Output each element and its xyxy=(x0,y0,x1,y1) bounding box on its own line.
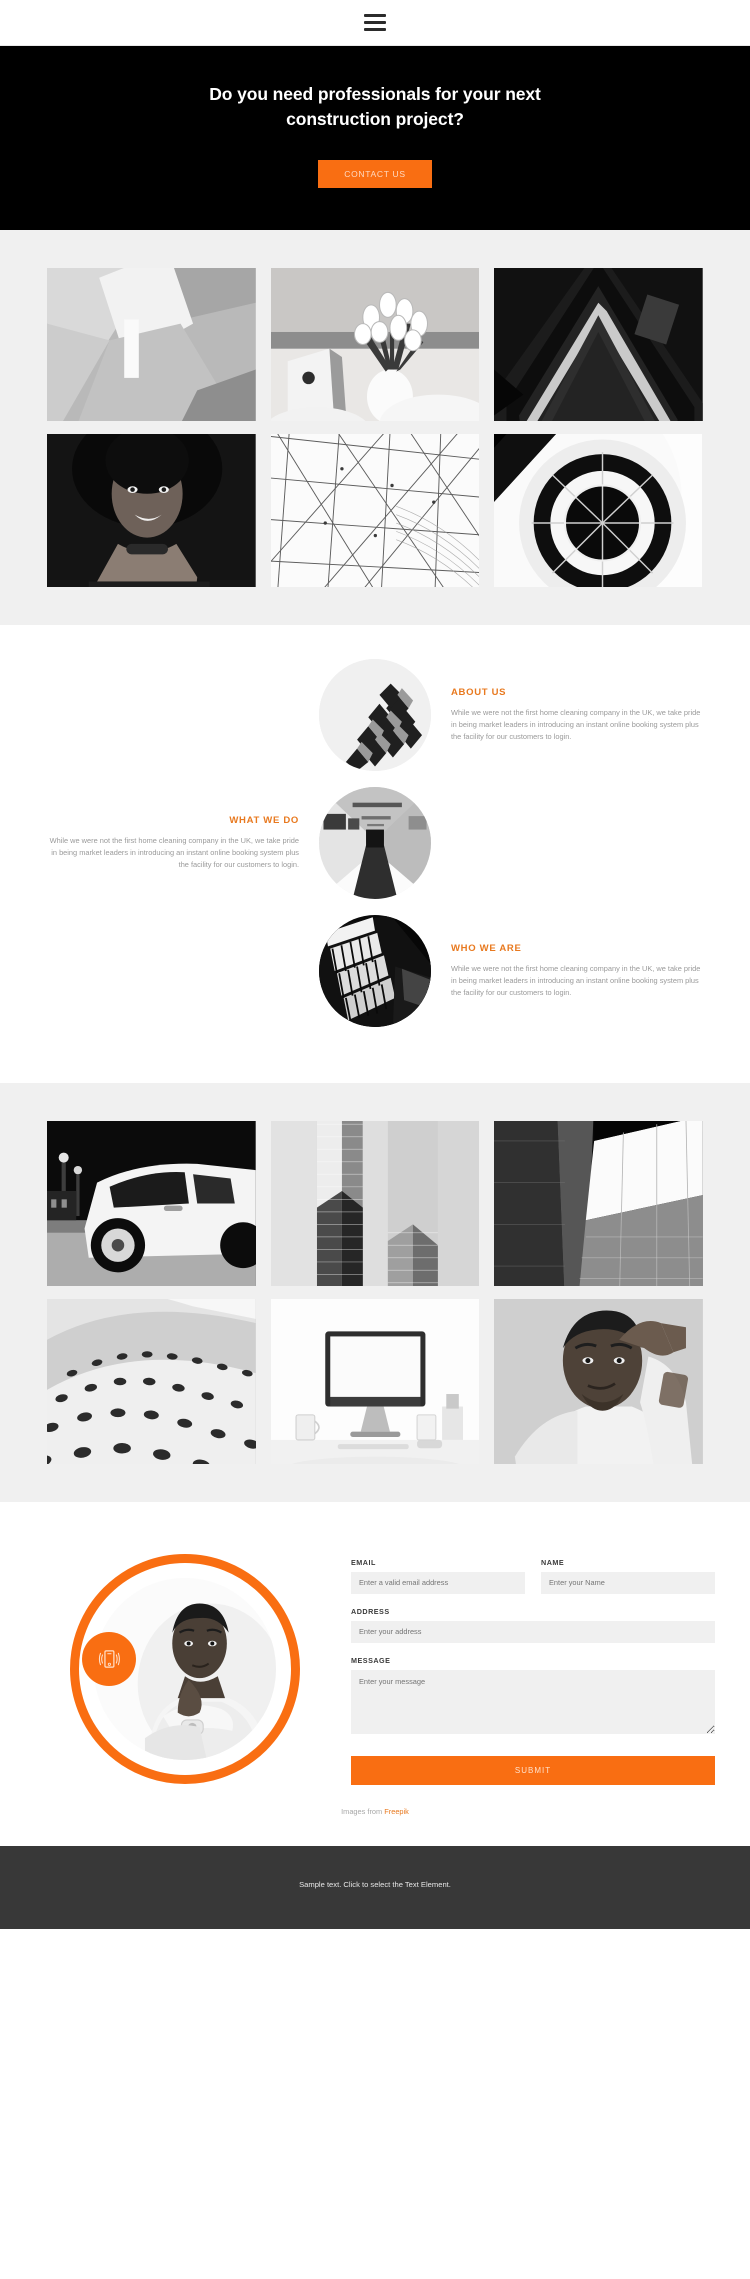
gallery-tile[interactable] xyxy=(494,433,703,587)
navbar xyxy=(0,0,750,46)
email-label: EMAIL xyxy=(351,1557,376,1567)
gallery-bottom-grid xyxy=(47,1120,703,1464)
woman-portrait-image xyxy=(47,433,256,587)
feature-text: ABOUT US While we were not the first hom… xyxy=(451,687,705,743)
man-hand-on-head-image xyxy=(494,1298,703,1464)
corridor-perspective-image xyxy=(319,786,431,899)
landing-page: Do you need professionals for your next … xyxy=(0,0,750,1929)
feature-row: WHAT WE DO While we were not the first h… xyxy=(45,786,705,899)
feature-image xyxy=(319,786,431,899)
gallery-tile[interactable] xyxy=(494,1120,703,1286)
feature-title: ABOUT US xyxy=(451,686,507,698)
burger-bar xyxy=(364,14,386,17)
gallery-tile[interactable] xyxy=(47,1120,256,1286)
burger-bar xyxy=(364,28,386,31)
submit-button[interactable]: SUBMIT xyxy=(351,1755,715,1785)
feature-text: WHAT WE DO While we were not the first h… xyxy=(45,815,299,871)
feature-text: WHO WE ARE While we were not the first h… xyxy=(451,943,705,999)
feature-row: WHO WE ARE While we were not the first h… xyxy=(45,914,705,1027)
message-label: MESSAGE xyxy=(351,1655,391,1665)
contact-form: EMAIL NAME ADDRESS MESSAGE SUBM xyxy=(351,1544,715,1785)
footer-text[interactable]: Sample text. Click to select the Text El… xyxy=(299,1880,451,1889)
features-section: ABOUT US While we were not the first hom… xyxy=(0,624,750,1083)
name-input[interactable] xyxy=(541,1571,715,1594)
contact-illustration xyxy=(70,1553,300,1784)
gallery-top-section xyxy=(0,229,750,625)
bright-skylight-image xyxy=(494,1120,703,1286)
phone-glyph xyxy=(98,1649,120,1668)
feature-body: While we were not the first home cleanin… xyxy=(451,707,701,741)
hamburger-menu-icon[interactable] xyxy=(364,14,386,31)
honeycomb-wave-image xyxy=(47,1298,256,1464)
message-field-group: MESSAGE xyxy=(351,1656,715,1739)
message-textarea[interactable] xyxy=(351,1669,715,1734)
email-input[interactable] xyxy=(351,1571,525,1594)
dark-roof-peak-image xyxy=(494,267,703,421)
contact-section: EMAIL NAME ADDRESS MESSAGE SUBM xyxy=(0,1501,750,1846)
hero-heading: Do you need professionals for your next … xyxy=(209,84,541,129)
gallery-tile[interactable] xyxy=(270,1120,480,1286)
feature-image xyxy=(319,658,431,771)
wire-lattice-image xyxy=(270,433,480,587)
laptop-tulips-image xyxy=(270,267,480,421)
gallery-tile[interactable] xyxy=(270,1298,480,1464)
feature-image xyxy=(319,914,431,1027)
image-credit: Images from Freepik xyxy=(0,1807,750,1816)
feature-body: While we were not the first home cleanin… xyxy=(451,963,701,997)
striped-facade-image xyxy=(319,914,431,1027)
feature-row: ABOUT US While we were not the first hom… xyxy=(45,658,705,771)
footer: Sample text. Click to select the Text El… xyxy=(0,1845,750,1929)
contact-wrapper: EMAIL NAME ADDRESS MESSAGE SUBM xyxy=(35,1544,715,1785)
brick-skyscraper-image xyxy=(270,1120,480,1286)
name-field-group: NAME xyxy=(541,1558,715,1594)
gallery-tile[interactable] xyxy=(270,267,480,421)
angular-facade-image xyxy=(319,658,431,771)
contact-us-button[interactable]: CONTACT US xyxy=(318,159,432,188)
name-label: NAME xyxy=(541,1557,565,1567)
address-label: ADDRESS xyxy=(351,1606,390,1616)
address-input[interactable] xyxy=(351,1620,715,1643)
spiral-staircase-image xyxy=(494,433,703,587)
gallery-tile[interactable] xyxy=(47,433,256,587)
feature-title: WHO WE ARE xyxy=(451,942,522,954)
abstract-shapes-image xyxy=(47,267,256,421)
burger-bar xyxy=(364,21,386,24)
feature-title: WHAT WE DO xyxy=(229,814,299,826)
freepik-link[interactable]: Freepik xyxy=(384,1807,409,1816)
email-field-group: EMAIL xyxy=(351,1558,525,1594)
feature-body: While we were not the first home cleanin… xyxy=(49,835,299,869)
ringing-phone-icon[interactable] xyxy=(82,1631,136,1686)
gallery-tile[interactable] xyxy=(494,267,703,421)
gallery-tile[interactable] xyxy=(47,267,256,421)
gallery-bottom-section xyxy=(0,1082,750,1502)
credit-prefix: Images from xyxy=(341,1806,385,1816)
form-row: EMAIL NAME xyxy=(351,1558,715,1607)
hero-section: Do you need professionals for your next … xyxy=(0,46,750,230)
gallery-tile[interactable] xyxy=(494,1298,703,1464)
desktop-computer-image xyxy=(270,1298,480,1464)
gallery-tile[interactable] xyxy=(47,1298,256,1464)
white-sports-car-image xyxy=(47,1120,256,1286)
gallery-top-grid xyxy=(47,267,703,587)
gallery-tile[interactable] xyxy=(270,433,480,587)
address-field-group: ADDRESS xyxy=(351,1607,715,1643)
